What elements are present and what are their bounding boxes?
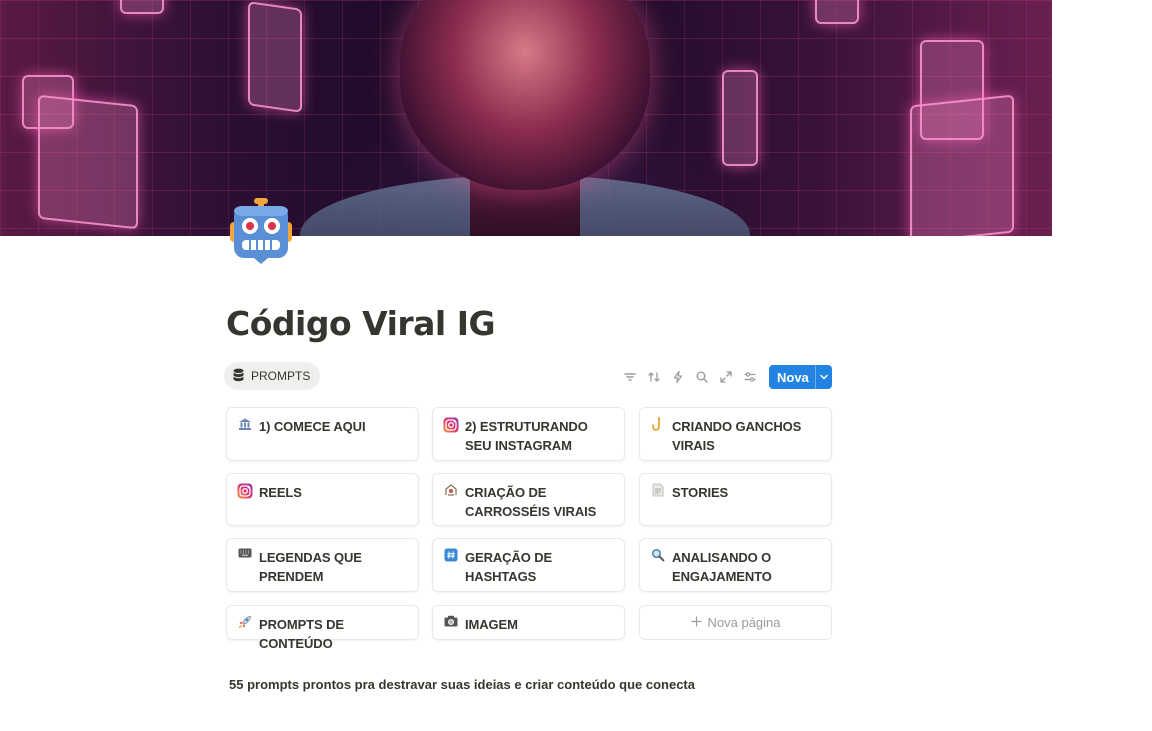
gallery-card[interactable]: CRIANDO GANCHOS VIRAIS [639, 407, 832, 461]
database-toolbar [620, 365, 760, 389]
page-title[interactable]: Código Viral IG [226, 304, 496, 343]
gallery-card[interactable]: CRIAÇÃO DE CARROSSÉIS VIRAIS [432, 473, 625, 526]
rocket-icon [237, 615, 253, 633]
card-label: 1) COMECE AQUI [259, 419, 366, 434]
new-entry-button[interactable]: Nova [769, 365, 832, 389]
card-label: ANALISANDO O ENGAJAMENTO [672, 550, 772, 584]
card-label: LEGENDAS QUE PRENDEM [259, 550, 362, 584]
bank-icon [237, 417, 253, 435]
database-icon [232, 368, 245, 385]
plus-icon [690, 615, 702, 630]
tab-prompts[interactable]: PROMPTS [224, 362, 321, 390]
gallery-card[interactable]: IMAGEM [432, 605, 625, 640]
expand-icon[interactable] [716, 365, 736, 389]
card-label: CRIANDO GANCHOS VIRAIS [672, 419, 802, 453]
gallery-card[interactable]: PROMPTS DE CONTEÚDO [226, 605, 419, 651]
card-label: PROMPTS DE CONTEÚDO [259, 617, 344, 651]
card-label: REELS [259, 485, 302, 500]
automation-icon[interactable] [668, 365, 688, 389]
card-label: CRIAÇÃO DE CARROSSÉIS VIRAIS [465, 485, 597, 519]
keyboard-icon [237, 548, 253, 566]
new-entry-label: Nova [777, 369, 809, 385]
gallery-card[interactable]: 1) COMECE AQUI [226, 407, 419, 461]
hashtag-icon [443, 548, 459, 566]
page-caption: 55 prompts prontos pra destravar suas id… [229, 677, 695, 692]
cover-holo-panel [722, 70, 758, 166]
robot-icon[interactable] [226, 198, 296, 268]
cover-holo-panel [248, 1, 302, 113]
chevron-down-icon[interactable] [816, 372, 832, 382]
card-label: IMAGEM [465, 617, 518, 632]
new-page-button[interactable]: Nova página [639, 605, 832, 640]
cover-image[interactable] [0, 0, 1052, 236]
tab-prompts-label: PROMPTS [251, 369, 311, 383]
card-label: GERAÇÃO DE HASHTAGS [465, 550, 553, 584]
instagram-icon [443, 417, 459, 435]
gallery-card[interactable]: GERAÇÃO DE HASHTAGS [432, 538, 625, 592]
settings-icon[interactable] [740, 365, 760, 389]
page-icon [650, 483, 666, 501]
gallery-card[interactable]: REELS [226, 473, 419, 526]
carousel-icon [443, 483, 459, 501]
card-label: STORIES [672, 485, 729, 500]
gallery-card[interactable]: 2) ESTRUTURANDO SEU INSTAGRAM [432, 407, 625, 461]
sort-icon[interactable] [644, 365, 664, 389]
card-label: 2) ESTRUTURANDO SEU INSTAGRAM [465, 419, 588, 453]
camera-icon [443, 615, 459, 633]
cover-holo-panel [38, 94, 138, 230]
cover-holo-panel [815, 0, 859, 24]
hook-icon [650, 417, 666, 435]
gallery-card[interactable]: ANALISANDO O ENGAJAMENTO [639, 538, 832, 592]
search-icon[interactable] [692, 365, 712, 389]
new-page-label: Nova página [707, 615, 781, 630]
magnifier-icon [650, 548, 666, 566]
instagram-icon [237, 483, 253, 501]
cover-holo-panel [120, 0, 164, 14]
gallery-card[interactable]: LEGENDAS QUE PRENDEM [226, 538, 419, 592]
gallery-card[interactable]: STORIES [639, 473, 832, 526]
cover-holo-panel [910, 94, 1014, 236]
filter-icon[interactable] [620, 365, 640, 389]
